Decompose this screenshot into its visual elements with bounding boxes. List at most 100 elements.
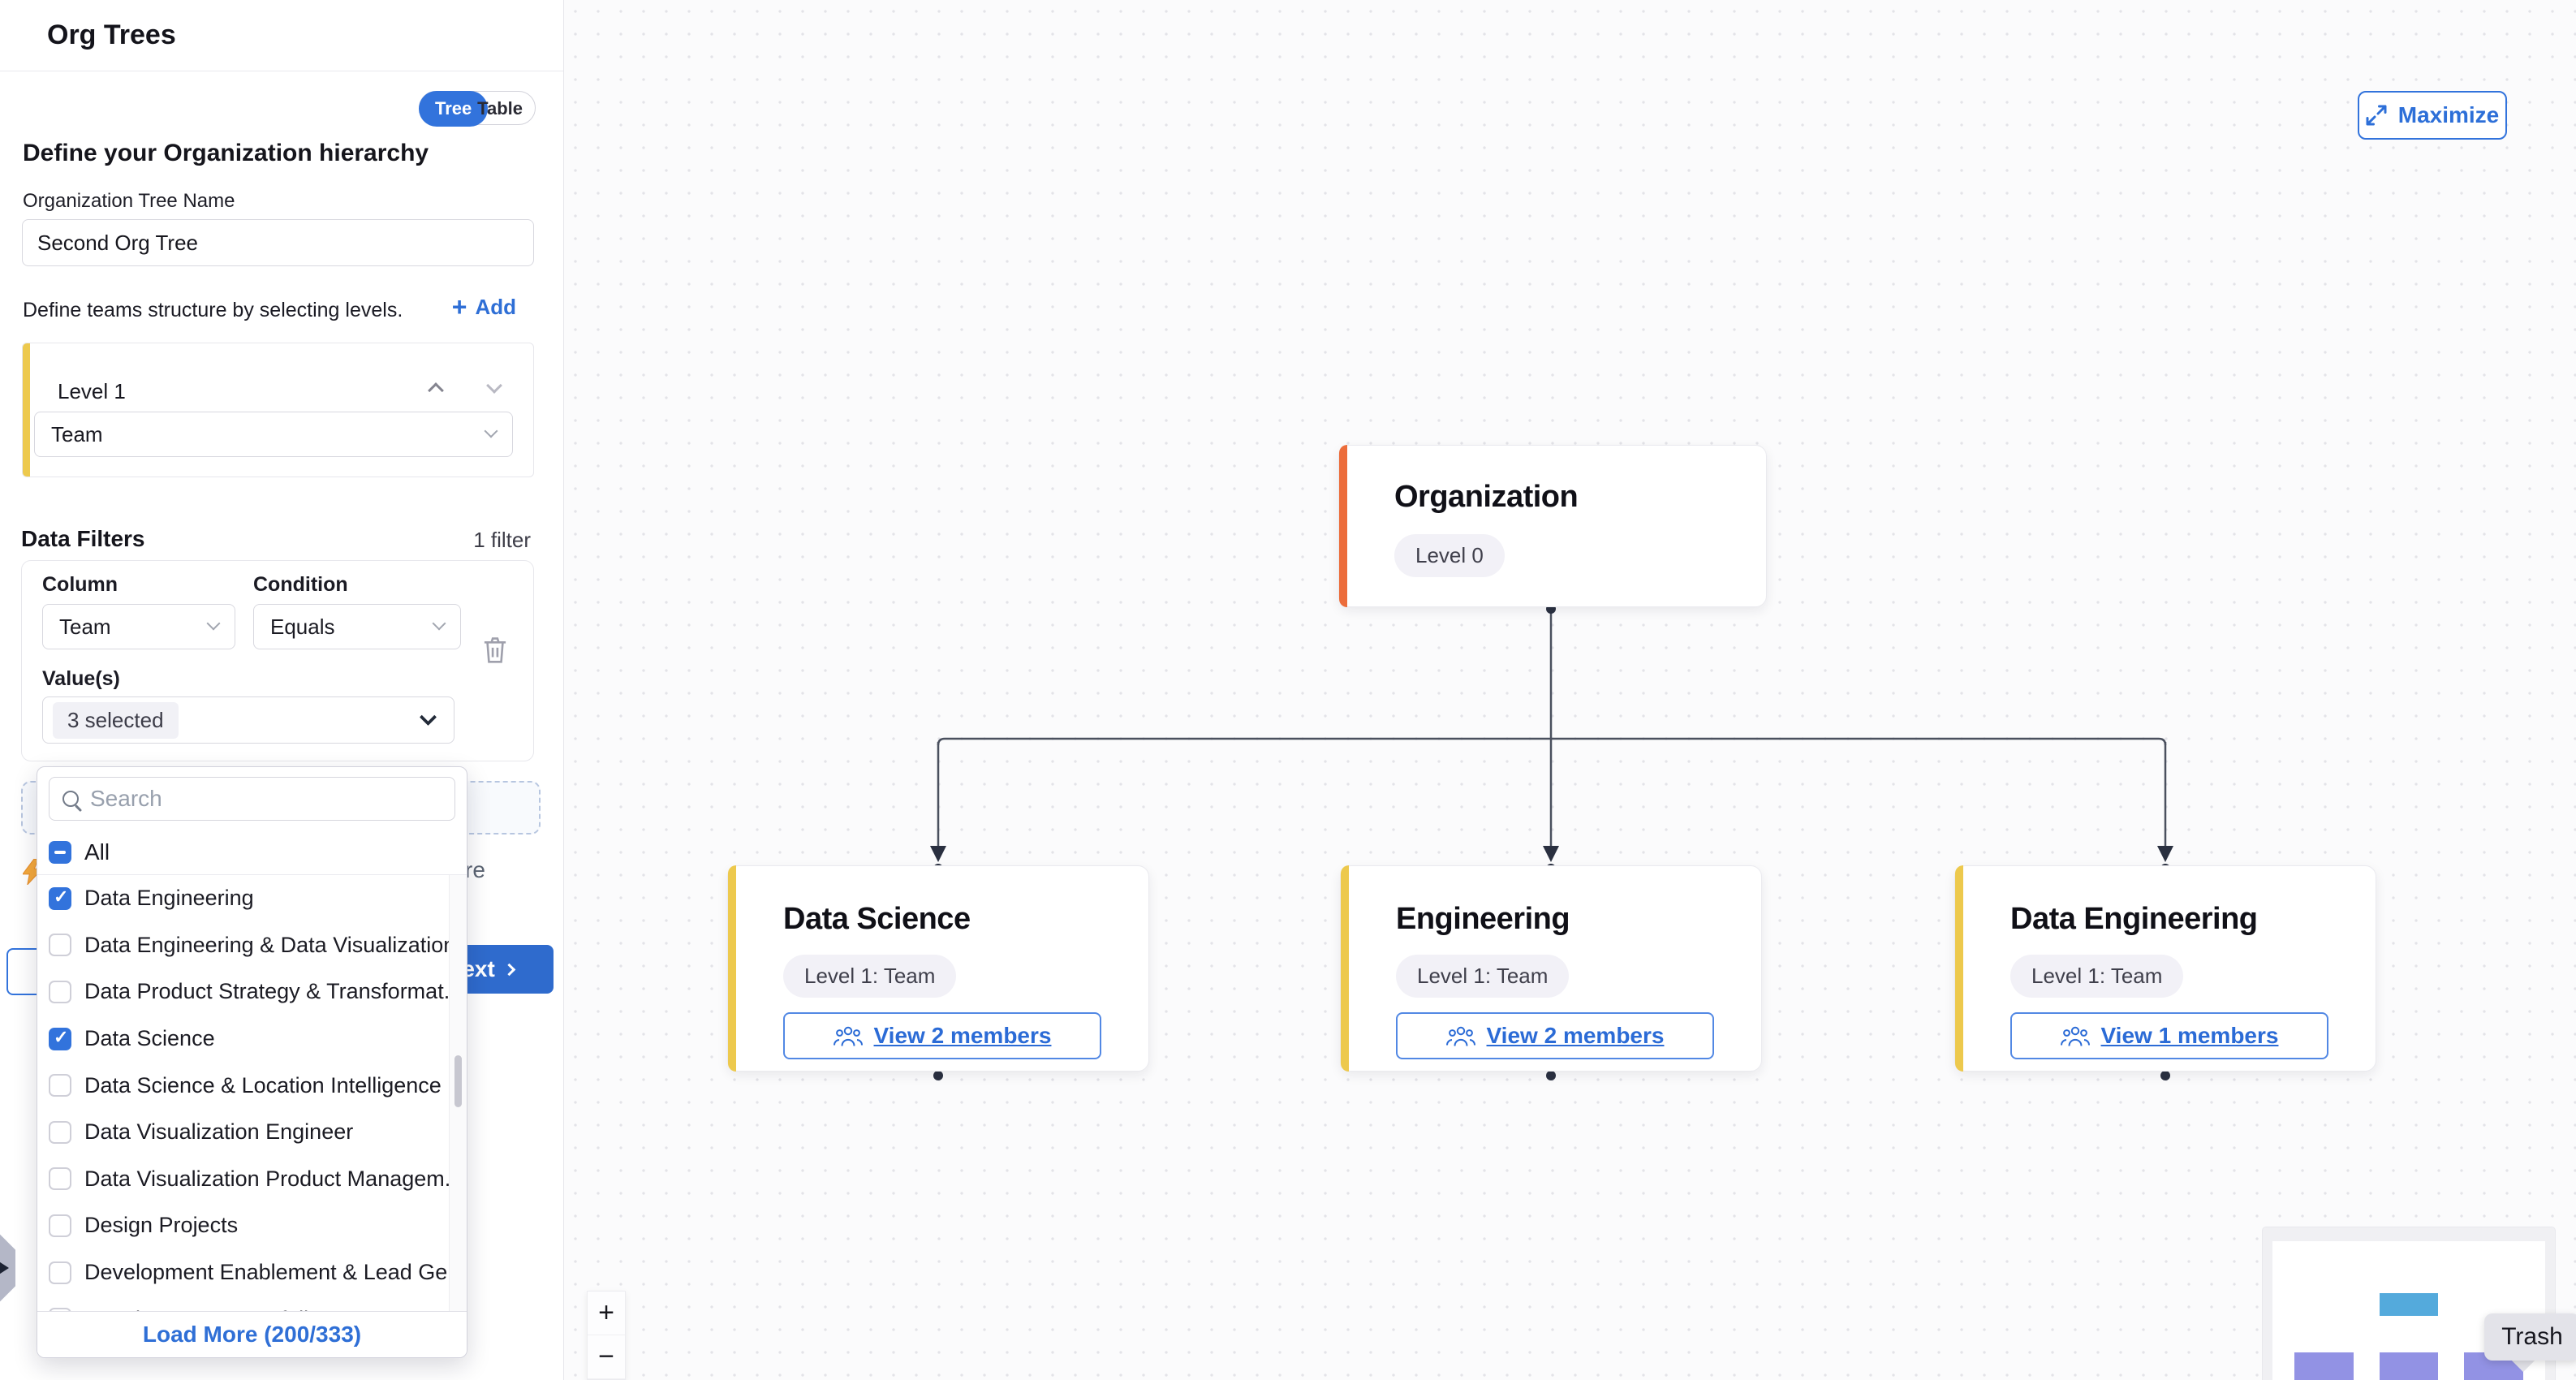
filters-count-badge: 1 filter <box>473 528 531 553</box>
page-title: Org Trees <box>47 0 176 70</box>
chevron-down-icon <box>433 617 446 631</box>
option-checkbox[interactable] <box>49 887 71 910</box>
dropdown-option[interactable]: Data Product Strategy & Transformat... <box>37 968 467 1016</box>
zoom-out-button[interactable]: − <box>588 1335 625 1379</box>
column-value: Team <box>59 615 111 640</box>
minimap-child-node <box>2294 1352 2354 1380</box>
level-badge: Level 1: Team <box>783 955 956 998</box>
condition-value: Equals <box>270 615 335 640</box>
add-level-button[interactable]: + Add <box>452 294 516 320</box>
org-edges <box>564 0 2576 1380</box>
node-title: Data Engineering <box>2010 902 2354 937</box>
option-checkbox[interactable] <box>49 981 71 1003</box>
trash-tooltip: Trash <box>2484 1313 2576 1361</box>
level-badge: Level 0 <box>1394 534 1505 577</box>
data-filters-heading: Data Filters <box>21 526 145 552</box>
add-label: Add <box>475 295 516 320</box>
option-checkbox[interactable] <box>49 1214 71 1237</box>
dropdown-option[interactable]: Design Projects <box>37 1202 467 1249</box>
option-label: Data Visualization Product Managem... <box>84 1167 463 1192</box>
members-group-icon <box>834 1025 863 1047</box>
zoom-controls[interactable]: + − <box>587 1291 626 1380</box>
view-members-button[interactable]: View 2 members <box>783 1012 1101 1059</box>
minimap-child-node <box>2380 1352 2438 1380</box>
dropdown-option[interactable]: Data Science <box>37 1016 467 1063</box>
view-members-button[interactable]: View 2 members <box>1396 1012 1714 1059</box>
option-checkbox[interactable] <box>49 1121 71 1144</box>
tree-name-input[interactable] <box>22 219 534 266</box>
root-accent-bar <box>1339 445 1347 607</box>
chevron-down-icon <box>420 709 437 726</box>
zoom-in-button[interactable]: + <box>588 1292 625 1335</box>
chevron-down-icon <box>485 425 498 438</box>
dropdown-option-list: Data Engineering Data Engineering & Data… <box>37 875 467 1311</box>
level-accent-bar <box>23 343 30 477</box>
option-checkbox[interactable] <box>49 1261 71 1284</box>
tree-name-label: Organization Tree Name <box>23 190 235 213</box>
condition-select[interactable]: Equals <box>253 604 461 649</box>
values-label: Value(s) <box>42 667 120 691</box>
node-title: Data Science <box>783 902 1127 937</box>
level-accent-bar <box>728 865 736 1072</box>
option-checkbox[interactable] <box>49 1074 71 1097</box>
option-label: Data Science & Location Intelligence <box>84 1073 442 1098</box>
dropdown-option[interactable]: Development & Portfolio Strat... <box>37 1296 467 1311</box>
column-select[interactable]: Team <box>42 604 235 649</box>
maximize-button[interactable]: Maximize <box>2358 91 2507 140</box>
select-all-option[interactable]: All <box>37 832 467 873</box>
view-members-button[interactable]: View 1 members <box>2010 1012 2328 1059</box>
dropdown-option[interactable]: Data Visualization Product Managem... <box>37 1156 467 1203</box>
load-more-button[interactable]: Load More (200/333) <box>37 1311 467 1357</box>
level-type-value: Team <box>51 422 103 447</box>
option-checkbox[interactable] <box>49 934 71 956</box>
toggle-table[interactable]: Table <box>477 92 523 125</box>
option-label: Development Enablement & Lead Ge... <box>84 1260 466 1285</box>
obscured-text-fragment: re <box>465 857 485 883</box>
column-label: Column <box>42 573 118 597</box>
dropdown-search[interactable] <box>49 777 455 821</box>
level-title: Level 1 <box>58 379 126 404</box>
org-node-data-engineering[interactable]: Data Engineering Level 1: Team View 1 me… <box>1954 865 2376 1072</box>
org-node-root[interactable]: Organization Level 0 <box>1338 445 1767 607</box>
delete-filter-button[interactable] <box>482 635 510 666</box>
trash-icon <box>482 635 508 664</box>
org-node-engineering[interactable]: Engineering Level 1: Team View 2 members <box>1340 865 1762 1072</box>
option-label: Design Projects <box>84 1213 238 1238</box>
search-icon <box>62 791 79 807</box>
org-chart-canvas[interactable]: Organization Level 0 Data Science Level … <box>563 0 2576 1380</box>
search-input[interactable] <box>90 786 442 812</box>
select-all-label: All <box>84 839 110 865</box>
hierarchy-heading: Define your Organization hierarchy <box>23 140 429 167</box>
option-label: Data Product Strategy & Transformat... <box>84 979 462 1004</box>
assistant-peek-widget[interactable] <box>0 1223 15 1313</box>
levels-hint: Define teams structure by selecting leve… <box>23 299 403 322</box>
indeterminate-checkbox[interactable] <box>49 841 71 864</box>
org-node-data-science[interactable]: Data Science Level 1: Team View 2 member… <box>727 865 1149 1072</box>
level-type-select[interactable]: Team <box>34 412 513 457</box>
chevron-right-icon <box>503 964 516 977</box>
view-members-link[interactable]: View 2 members <box>1487 1023 1665 1049</box>
minimap-root-node <box>2380 1293 2438 1316</box>
node-title: Organization <box>1394 480 1745 515</box>
option-label: Data Engineering & Data Visualization <box>84 933 455 958</box>
option-checkbox[interactable] <box>49 1028 71 1050</box>
view-members-link[interactable]: View 1 members <box>2101 1023 2279 1049</box>
dropdown-option[interactable]: Development Enablement & Lead Ge... <box>37 1249 467 1296</box>
level-card: Level 1 <box>22 343 534 477</box>
dropdown-scrollbar-thumb[interactable] <box>454 1055 462 1107</box>
config-sidebar: Org Trees Tree Table Define your Organiz… <box>0 0 563 1380</box>
dropdown-option[interactable]: Data Engineering <box>37 875 467 922</box>
option-checkbox[interactable] <box>49 1308 71 1311</box>
view-members-link[interactable]: View 2 members <box>874 1023 1052 1049</box>
values-multiselect[interactable]: 3 selected <box>42 696 454 744</box>
node-title: Engineering <box>1396 902 1740 937</box>
app-header: Org Trees <box>0 0 563 71</box>
expand-icon <box>2366 105 2387 126</box>
option-label: Development & Portfolio Strat... <box>84 1307 391 1311</box>
option-checkbox[interactable] <box>49 1167 71 1190</box>
view-toggle[interactable]: Tree Table <box>419 91 536 125</box>
dropdown-option[interactable]: Data Engineering & Data Visualization <box>37 922 467 969</box>
level-badge: Level 1: Team <box>1396 955 1569 998</box>
dropdown-option[interactable]: Data Visualization Engineer <box>37 1109 467 1156</box>
dropdown-option[interactable]: Data Science & Location Intelligence <box>37 1062 467 1109</box>
